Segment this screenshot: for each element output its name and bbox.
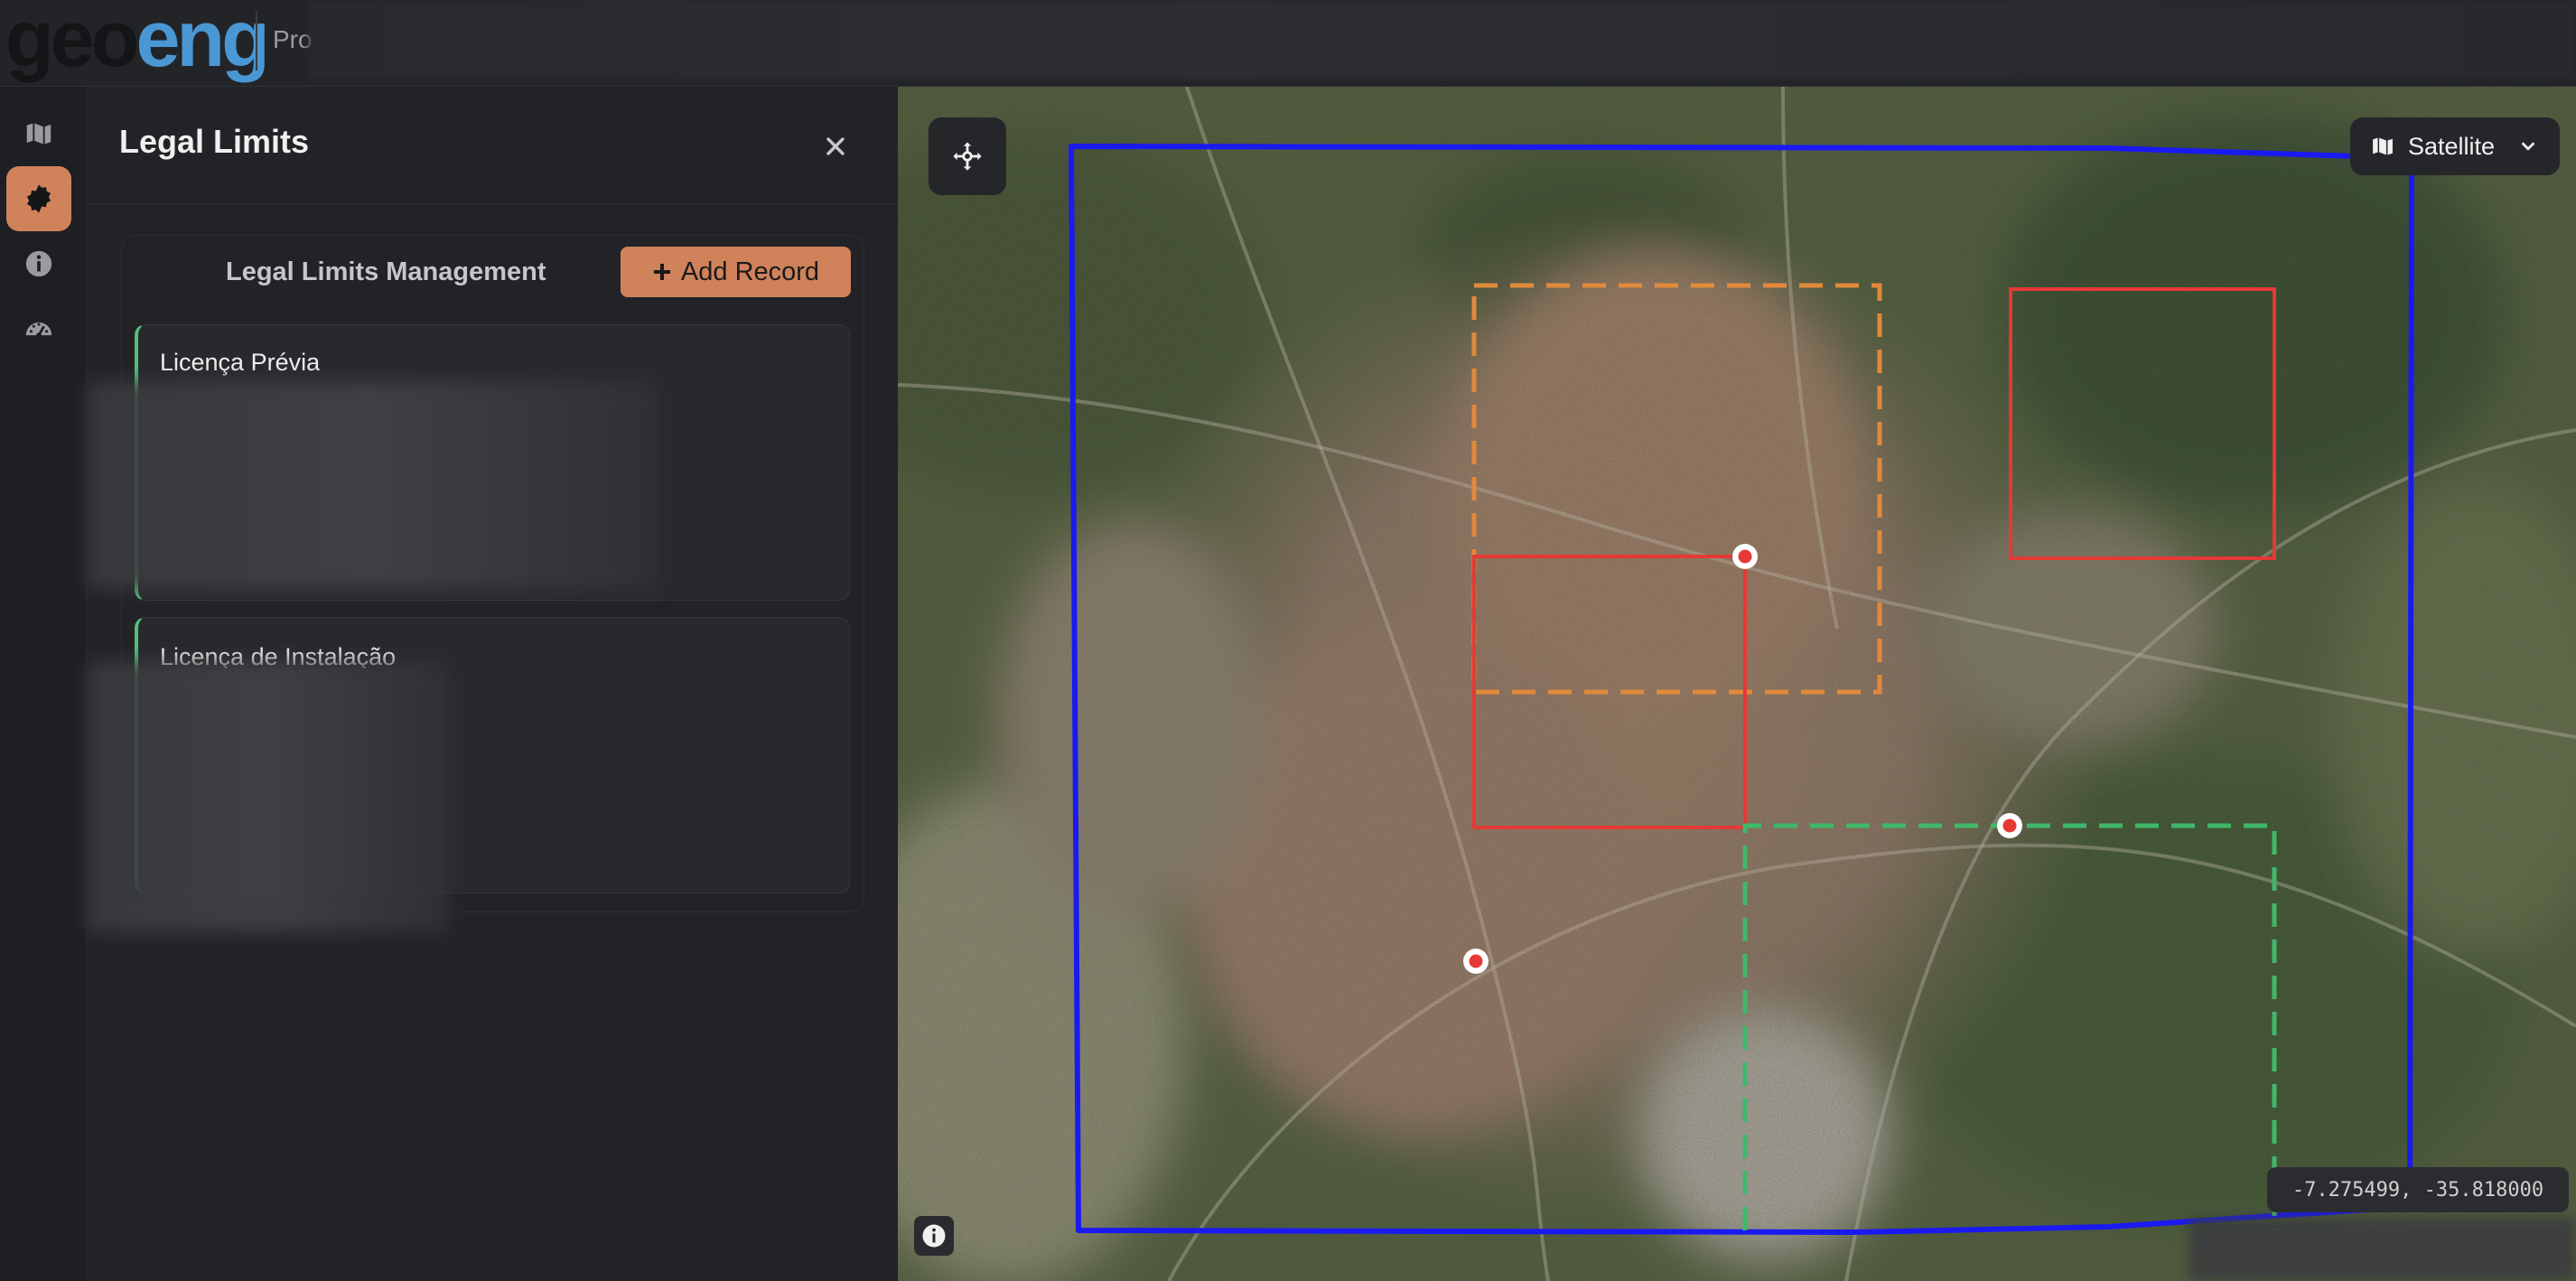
redacted-map-region [2189,1218,2576,1281]
redacted-record-content [88,381,657,589]
legal-limits-panel: Legal Limits Legal Limits Management Add… [88,87,897,1281]
panel-title: Legal Limits [119,123,310,160]
crosshair-move-icon [953,142,982,171]
basemap-label: Satellite [2408,132,2496,160]
badge-seal-icon [26,184,51,213]
map-attribution-button[interactable] [914,1216,954,1256]
rail-legal-limits-button[interactable] [6,166,71,231]
rail-info-button[interactable] [6,231,71,296]
info-circle-icon [25,250,52,277]
rail-map-button[interactable] [6,101,71,166]
map-icon [2371,136,2394,157]
coordinate-readout: -7.275499, -35.818000 [2267,1167,2569,1212]
logo-geo: geo [5,0,139,83]
map-view[interactable]: Satellite -7.275499, -35.818000 [898,87,2576,1281]
gauge-icon [25,322,52,338]
logo-eng: eng [135,0,269,83]
rail-dashboard-button[interactable] [6,296,71,361]
app-logo[interactable]: geo eng [5,0,270,83]
add-record-button[interactable]: Add Record [621,247,851,297]
redacted-topbar-region [307,0,2576,79]
map-marker[interactable] [1997,813,2022,838]
logo-divider [256,11,257,70]
panel-header: Legal Limits [88,87,897,204]
close-icon [826,137,845,155]
top-bar: geo eng Pro [0,0,2576,87]
panel-close-button[interactable] [817,128,854,164]
add-record-label: Add Record [680,257,820,286]
info-icon [922,1224,946,1248]
redacted-record-content [88,661,449,932]
basemap-select[interactable]: Satellite [2350,117,2560,175]
plus-icon [653,264,670,280]
recenter-button[interactable] [929,117,1006,195]
satellite-map-canvas[interactable] [898,87,2576,1281]
management-title: Legal Limits Management [226,257,546,286]
map-marker[interactable] [1732,544,1758,569]
map-icon [24,121,53,146]
icon-rail [0,87,87,1281]
record-title: Licença Prévia [160,349,321,376]
chevron-down-icon [2521,142,2535,151]
map-marker[interactable] [1463,949,1489,974]
